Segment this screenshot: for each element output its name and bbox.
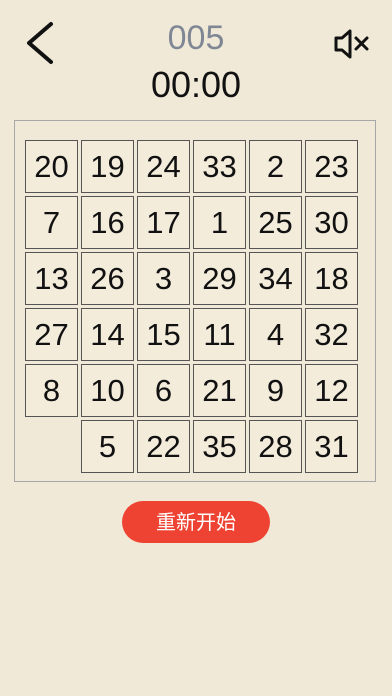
puzzle-tile[interactable]: 4 <box>249 308 302 361</box>
puzzle-tile[interactable]: 13 <box>25 252 78 305</box>
speaker-muted-icon <box>334 29 369 59</box>
puzzle-tile[interactable]: 5 <box>81 420 134 473</box>
puzzle-tile[interactable]: 18 <box>305 252 358 305</box>
puzzle-tile[interactable]: 12 <box>305 364 358 417</box>
puzzle-tile[interactable]: 7 <box>25 196 78 249</box>
puzzle-tile[interactable]: 15 <box>137 308 190 361</box>
puzzle-tile[interactable]: 3 <box>137 252 190 305</box>
puzzle-tile[interactable]: 11 <box>193 308 246 361</box>
puzzle-tile[interactable]: 22 <box>137 420 190 473</box>
puzzle-tile[interactable]: 1 <box>193 196 246 249</box>
puzzle-tile[interactable]: 34 <box>249 252 302 305</box>
puzzle-tile[interactable]: 33 <box>193 140 246 193</box>
restart-button[interactable]: 重新开始 <box>122 501 270 543</box>
puzzle-tile[interactable]: 32 <box>305 308 358 361</box>
puzzle-tile[interactable]: 10 <box>81 364 134 417</box>
puzzle-tile[interactable]: 2 <box>249 140 302 193</box>
puzzle-tile[interactable]: 9 <box>249 364 302 417</box>
puzzle-tile[interactable]: 6 <box>137 364 190 417</box>
puzzle-tile[interactable]: 20 <box>25 140 78 193</box>
puzzle-tile[interactable]: 24 <box>137 140 190 193</box>
puzzle-tile[interactable]: 35 <box>193 420 246 473</box>
puzzle-tile[interactable]: 31 <box>305 420 358 473</box>
puzzle-tile[interactable]: 27 <box>25 308 78 361</box>
puzzle-board: 20 19 24 33 2 23 7 16 17 1 25 30 13 26 3 29 34 18 27 14 15 11… <box>14 120 376 482</box>
puzzle-tile[interactable]: 21 <box>193 364 246 417</box>
puzzle-tile[interactable]: 19 <box>81 140 134 193</box>
puzzle-tile[interactable]: 30 <box>305 196 358 249</box>
puzzle-tile[interactable]: 25 <box>249 196 302 249</box>
timer: 00:00 <box>150 64 242 105</box>
puzzle-tile[interactable]: 14 <box>81 308 134 361</box>
puzzle-tile[interactable]: 26 <box>81 252 134 305</box>
puzzle-tile[interactable]: 28 <box>249 420 302 473</box>
puzzle-tile[interactable]: 23 <box>305 140 358 193</box>
puzzle-tile[interactable]: 29 <box>193 252 246 305</box>
mute-button[interactable] <box>330 26 374 62</box>
puzzle-tile[interactable]: 16 <box>81 196 134 249</box>
puzzle-tile[interactable]: 8 <box>25 364 78 417</box>
puzzle-tile[interactable]: 17 <box>137 196 190 249</box>
